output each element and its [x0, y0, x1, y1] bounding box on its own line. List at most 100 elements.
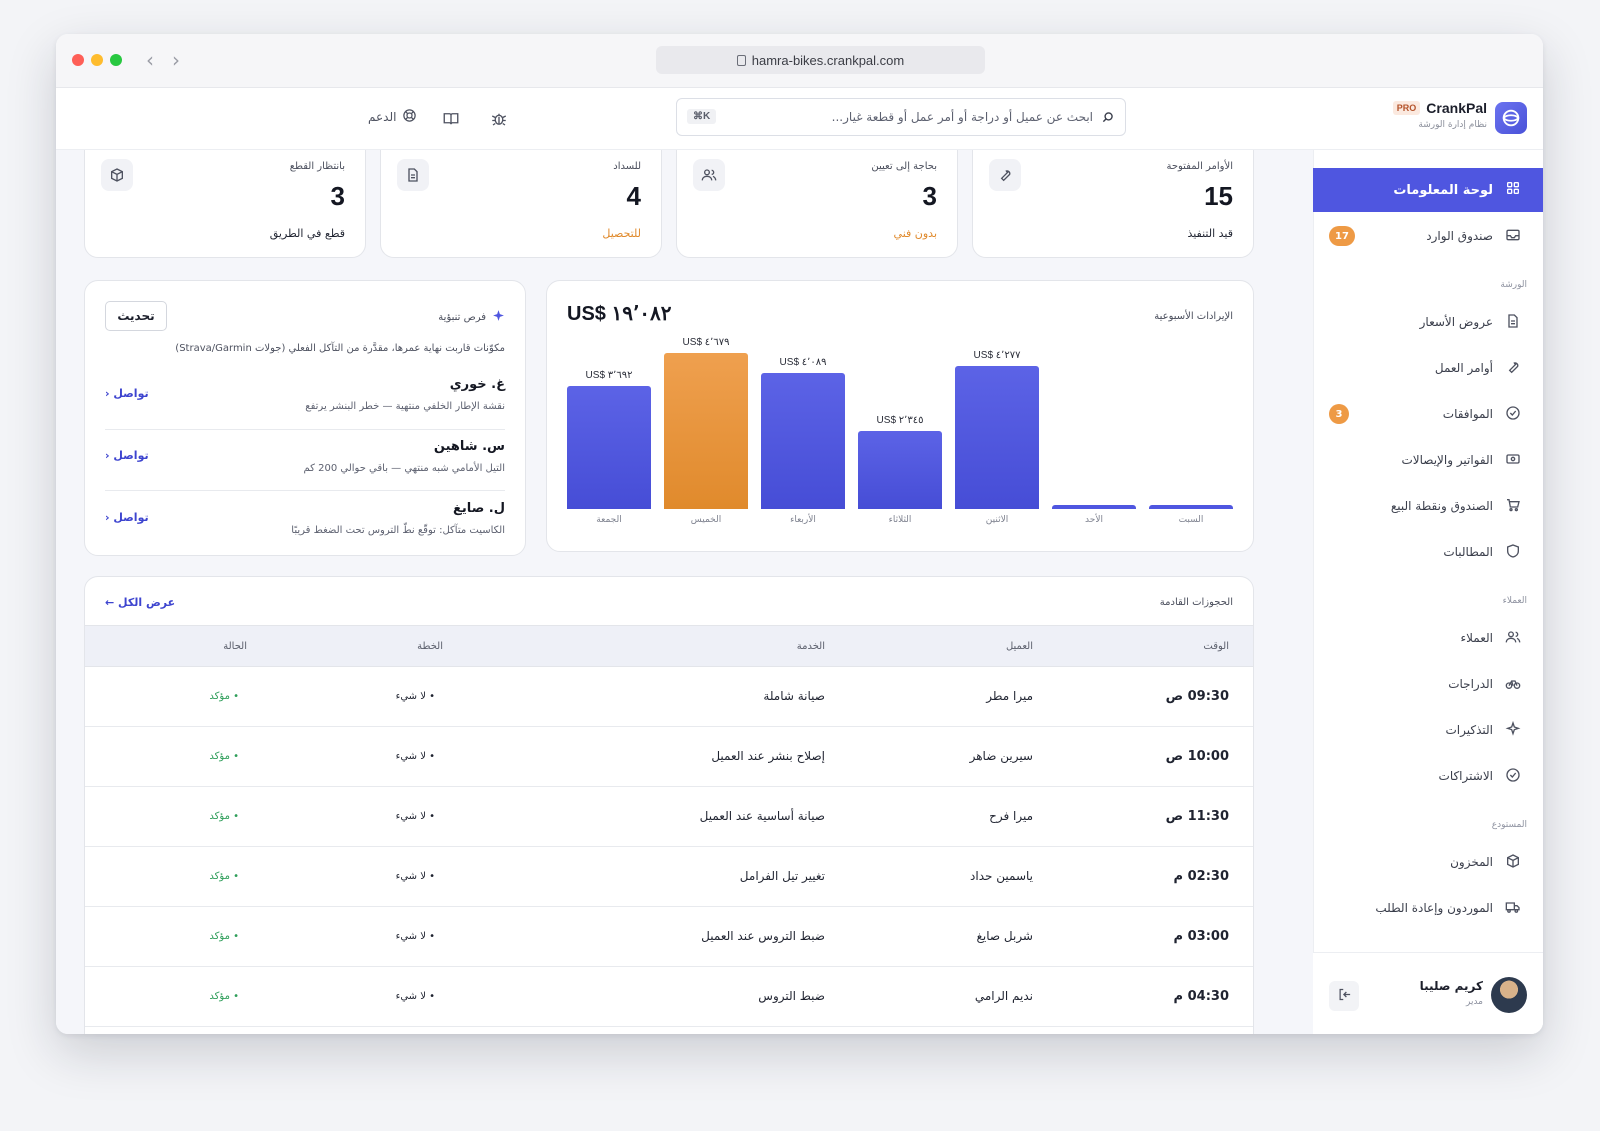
chart-total: US$ ١٩٬٠٨٢	[567, 303, 672, 325]
insight-description: الكاسيت متآكل: توقّع نطّ التروس تحت الضغ…	[291, 525, 505, 536]
stat-title: للسداد	[613, 161, 641, 172]
stat-subtitle: قيد التنفيذ	[1187, 227, 1233, 240]
minimize-window-button[interactable]	[91, 54, 103, 66]
contact-link[interactable]: تواصل ‹	[105, 449, 149, 462]
logout-button[interactable]	[1329, 981, 1359, 1011]
stat-card-to-pay[interactable]: للسداد 4 للتحصيل	[380, 150, 662, 258]
search-icon	[1101, 109, 1115, 128]
sidebar-item-inventory[interactable]: المخزون	[1313, 840, 1543, 884]
banknote-icon	[1505, 451, 1521, 470]
stat-subtitle: للتحصيل	[602, 227, 641, 240]
sidebar-item-label: لوحة المعلومات	[1393, 182, 1493, 198]
wrench-icon	[1505, 359, 1521, 378]
column-header-time[interactable]: الوقت	[1203, 641, 1229, 652]
cell-service: صيانة أساسية عند العميل	[699, 809, 825, 823]
sidebar-item-subscriptions[interactable]: الاشتراكات	[1313, 754, 1543, 798]
sidebar-item-label: المخزون	[1450, 855, 1493, 869]
address-bar[interactable]: hamra-bikes.crankpal.com	[656, 46, 985, 74]
bar-1[interactable]	[1052, 505, 1136, 509]
sparkle-icon	[1505, 720, 1521, 740]
cell-customer: ميرا مطر	[986, 689, 1033, 703]
main-content: الأوامر المفتوحة 15 قيد التنفيذ بحاجة إل…	[56, 150, 1313, 1034]
sidebar-item-bikes[interactable]: الدراجات	[1313, 662, 1543, 706]
sidebar-section-customers: العملاء	[1502, 596, 1527, 606]
table-row[interactable]: 11:30 ص ميرا فرح صيانة أساسية عند العميل • …	[85, 787, 1253, 847]
sidebar-item-claims[interactable]: المطالبات	[1313, 530, 1543, 574]
column-header-status[interactable]: الحالة	[223, 641, 247, 652]
stat-card-needs-assignment[interactable]: بحاجة إلى تعيين 3 بدون فني	[676, 150, 958, 258]
divider	[105, 429, 505, 430]
global-search-input[interactable]: ⌘K ابحث عن عميل أو دراجة أو أمر عمل أو ق…	[676, 98, 1126, 136]
brand-name: CrankPal	[1426, 100, 1487, 116]
sidebar-item-customers[interactable]: العملاء	[1313, 616, 1543, 660]
sidebar-item-quotes[interactable]: عروض الأسعار	[1313, 300, 1543, 344]
cell-plan: • لا شيء	[395, 871, 435, 882]
sidebar-section-workshop: الورشة	[1500, 280, 1527, 290]
bar-0[interactable]	[1149, 505, 1233, 509]
stat-card-awaiting-parts[interactable]: بانتظار القطع 3 قطع في الطريق	[84, 150, 366, 258]
close-window-button[interactable]	[72, 54, 84, 66]
support-link[interactable]: الدعم	[368, 108, 417, 126]
table-row[interactable]: 09:30 ص ميرا مطر صيانة شاملة • لا شيء • مؤكد	[85, 667, 1253, 727]
x-tick-label: الخميس	[690, 515, 722, 525]
sidebar-item-suppliers[interactable]: الموردون وإعادة الطلب	[1313, 886, 1543, 930]
table-row[interactable]: 02:30 م ياسمين حداد تغيير تيل الفرامل • لا …	[85, 847, 1253, 907]
cell-status: • مؤكد	[209, 691, 239, 702]
insight-description: نقشة الإطار الخلفي منتهية — خطر البنشر ي…	[305, 401, 505, 412]
list-item: غ. خوري نقشة الإطار الخلفي منتهية — خطر …	[105, 377, 505, 437]
customer-name: س. شاهين	[433, 439, 505, 454]
brand-logo-icon[interactable]	[1495, 102, 1527, 134]
maximize-window-button[interactable]	[110, 54, 122, 66]
sidebar-item-approvals[interactable]: 3 الموافقات	[1313, 392, 1543, 436]
app-header: PRO CrankPal نظام إدارة الورشة ⌘K ابحث ع…	[56, 88, 1543, 150]
cell-status: • مؤكد	[209, 871, 239, 882]
sidebar-item-label: التذكيرات	[1445, 723, 1494, 737]
cell-time: 09:30 ص	[1165, 689, 1229, 704]
column-header-plan[interactable]: الخطة	[417, 641, 443, 652]
forward-arrow-icon[interactable]: ›	[172, 48, 180, 72]
x-tick-label: الأحد	[1085, 515, 1103, 525]
bar-6[interactable]	[567, 385, 651, 509]
column-header-customer[interactable]: العميل	[1006, 641, 1033, 652]
bar-4[interactable]	[761, 372, 845, 509]
bar-3[interactable]	[858, 430, 942, 509]
view-all-link[interactable]: عرض الكل ←	[105, 596, 175, 609]
sparkle-icon	[492, 309, 505, 325]
table-row[interactable]: 10:00 ص سيرين ضاهر إصلاح بنشر عند العميل • …	[85, 727, 1253, 787]
customer-name: ل. صايغ	[453, 501, 505, 516]
back-arrow-icon[interactable]: ‹	[146, 48, 154, 72]
contact-link[interactable]: تواصل ‹	[105, 387, 149, 400]
cell-time: 02:30 م	[1173, 869, 1229, 884]
browser-window: ‹ › hamra-bikes.crankpal.com PRO CrankPa…	[56, 34, 1543, 1034]
cell-plan: • لا شيء	[395, 811, 435, 822]
inbox-icon	[1505, 227, 1521, 246]
cell-time: 03:00 م	[1173, 929, 1229, 944]
column-header-service[interactable]: الخدمة	[797, 641, 825, 652]
x-tick-label: السبت	[1178, 515, 1204, 525]
cell-customer: شربل صايغ	[976, 929, 1034, 943]
stat-card-open-orders[interactable]: الأوامر المفتوحة 15 قيد التنفيذ	[972, 150, 1254, 258]
sidebar-item-reminders[interactable]: التذكيرات	[1313, 708, 1543, 752]
bar-5[interactable]	[664, 353, 748, 509]
bar-value-label: US$ ٣٬٦٩٢	[585, 369, 633, 381]
table-row[interactable]: 04:30 م نديم الرامي ضبط التروس • لا شيء • مؤ…	[85, 967, 1253, 1027]
sidebar-item-dashboard[interactable]: لوحة المعلومات	[1313, 168, 1543, 212]
brand-title: PRO CrankPal	[1392, 100, 1487, 116]
sidebar-item-inbox[interactable]: 17 صندوق الوارد	[1313, 214, 1543, 258]
sidebar-item-pos[interactable]: الصندوق ونقطة البيع	[1313, 484, 1543, 528]
bar-2[interactable]	[955, 366, 1039, 509]
sidebar-item-work-orders[interactable]: أوامر العمل	[1313, 346, 1543, 390]
book-icon[interactable]	[442, 110, 460, 132]
box-icon	[1505, 853, 1521, 872]
divider	[105, 490, 505, 491]
contact-link[interactable]: تواصل ‹	[105, 511, 149, 524]
sidebar-item-invoices[interactable]: الفواتير والإيصالات	[1313, 438, 1543, 482]
bug-report-icon[interactable]	[490, 110, 508, 132]
table-row[interactable]: 03:00 م شربل صايغ ضبط التروس عند العميل • ل…	[85, 907, 1253, 967]
avatar[interactable]	[1491, 977, 1527, 1013]
user-name: كريم صليبا	[1419, 979, 1483, 993]
refresh-button[interactable]: تحديث	[105, 301, 167, 331]
sidebar-item-label: صندوق الوارد	[1426, 229, 1493, 243]
document-icon	[397, 159, 429, 191]
x-tick-label: الثلاثاء	[888, 515, 912, 525]
